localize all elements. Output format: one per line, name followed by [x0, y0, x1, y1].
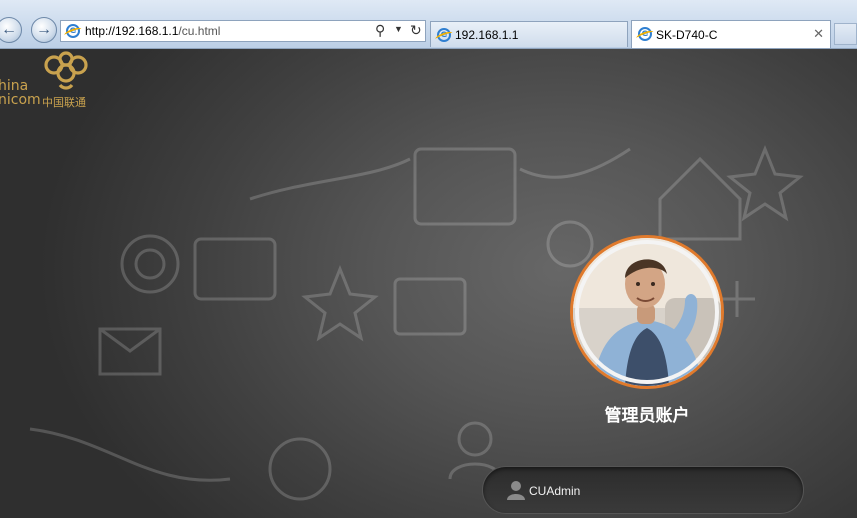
logo-text-chinese: 中国联通	[42, 97, 86, 109]
router-login-page: hina nicom 中国联通 管理员账户 CUAdmin	[0, 49, 857, 518]
unicom-knot-icon	[44, 51, 88, 90]
address-host: http://192.168.1.1	[85, 24, 179, 38]
forward-button[interactable]: →	[31, 17, 57, 43]
search-icon[interactable]: ⚲	[375, 22, 385, 39]
tab-label: 192.168.1.1	[455, 28, 519, 42]
tab-192-168-1-1[interactable]: e 192.168.1.1	[430, 21, 628, 47]
account-title: 管理员账户	[604, 406, 690, 426]
refresh-icon[interactable]: ↻	[410, 22, 422, 39]
logo-text-english: hina nicom	[0, 79, 41, 107]
back-button[interactable]: ←	[0, 17, 22, 43]
new-tab-button[interactable]	[834, 23, 857, 45]
user-icon	[507, 481, 525, 500]
address-path: /cu.html	[178, 24, 221, 38]
logo-line-1: hina	[0, 78, 29, 94]
tab-label: SK-D740-C	[656, 28, 718, 42]
ie-page-icon: e	[66, 24, 80, 38]
address-input[interactable]: http://192.168.1.1/cu.html	[85, 24, 220, 38]
username-field[interactable]: CUAdmin	[482, 466, 804, 514]
dropdown-icon[interactable]: ▼	[394, 24, 403, 34]
background-pattern	[29, 144, 804, 501]
china-unicom-logo: hina nicom 中国联通	[0, 49, 110, 111]
username-value: CUAdmin	[529, 484, 581, 498]
address-bar[interactable]: e http://192.168.1.1/cu.html ⚲ ▼ ↻	[60, 20, 426, 42]
admin-portrait	[573, 238, 721, 386]
browser-chrome: ← → e http://192.168.1.1/cu.html ⚲ ▼ ↻ e…	[0, 0, 857, 49]
tab-sk-d740-c[interactable]: e SK-D740-C ✕	[631, 20, 831, 48]
forward-arrow-icon: →	[36, 21, 52, 38]
logo-line-2: nicom	[0, 92, 41, 108]
back-arrow-icon: ←	[1, 21, 17, 38]
ie-tab-icon: e	[437, 28, 451, 42]
close-icon[interactable]: ✕	[813, 26, 824, 42]
avatar	[570, 235, 724, 389]
ie-tab-icon: e	[638, 27, 652, 41]
